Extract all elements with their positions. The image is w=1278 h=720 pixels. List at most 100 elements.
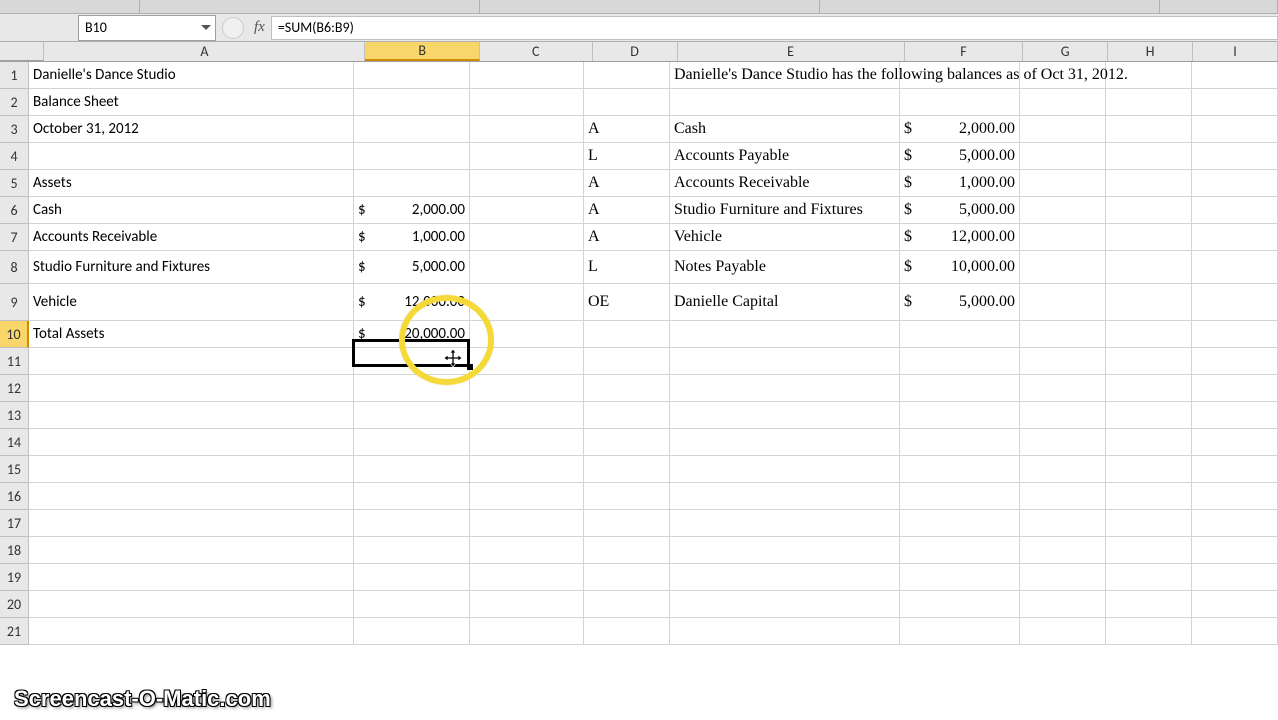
- cell-D15[interactable]: [584, 456, 670, 483]
- cell-G5[interactable]: [1020, 170, 1106, 197]
- cell-H15[interactable]: [1106, 456, 1192, 483]
- cell-H2[interactable]: [1106, 89, 1192, 116]
- row-header-11[interactable]: 11: [0, 348, 29, 375]
- cell-E12[interactable]: [670, 375, 900, 402]
- col-header-H[interactable]: H: [1108, 42, 1193, 61]
- cell-D14[interactable]: [584, 429, 670, 456]
- cell-H9[interactable]: [1106, 284, 1192, 321]
- cell-E18[interactable]: [670, 537, 900, 564]
- cell-H16[interactable]: [1106, 483, 1192, 510]
- cell-D1[interactable]: [584, 62, 670, 89]
- cell-B21[interactable]: [354, 618, 470, 645]
- cell-G10[interactable]: [1020, 321, 1106, 348]
- cell-D21[interactable]: [584, 618, 670, 645]
- cell-A12[interactable]: [29, 375, 354, 402]
- fill-handle-icon[interactable]: [467, 364, 473, 370]
- cell-D16[interactable]: [584, 483, 670, 510]
- cell-H10[interactable]: [1106, 321, 1192, 348]
- row-header-20[interactable]: 20: [0, 591, 29, 618]
- cell-E5[interactable]: Accounts Receivable: [670, 170, 900, 197]
- cell-G2[interactable]: [1020, 89, 1106, 116]
- cell-F2[interactable]: [900, 89, 1020, 116]
- cell-E8[interactable]: Notes Payable: [670, 251, 900, 284]
- cell-H19[interactable]: [1106, 564, 1192, 591]
- cell-E6[interactable]: Studio Furniture and Fixtures: [670, 197, 900, 224]
- row-header-5[interactable]: 5: [0, 170, 29, 197]
- row-header-21[interactable]: 21: [0, 618, 29, 645]
- cell-H4[interactable]: [1106, 143, 1192, 170]
- cell-E11[interactable]: [670, 348, 900, 375]
- cell-F19[interactable]: [900, 564, 1020, 591]
- cell-E3[interactable]: Cash: [670, 116, 900, 143]
- cells-area[interactable]: Danielle's Dance Studio Danielle's Dance…: [29, 62, 1278, 645]
- name-box-dropdown-icon[interactable]: [199, 21, 213, 35]
- cell-I6[interactable]: [1192, 197, 1278, 224]
- cell-D7[interactable]: A: [584, 224, 670, 251]
- cell-F20[interactable]: [900, 591, 1020, 618]
- cell-H3[interactable]: [1106, 116, 1192, 143]
- cell-G19[interactable]: [1020, 564, 1106, 591]
- cell-C4[interactable]: [470, 143, 584, 170]
- cell-I2[interactable]: [1192, 89, 1278, 116]
- cell-A19[interactable]: [29, 564, 354, 591]
- cell-C7[interactable]: [470, 224, 584, 251]
- cell-F18[interactable]: [900, 537, 1020, 564]
- cell-A5[interactable]: Assets: [29, 170, 354, 197]
- cell-B1[interactable]: [354, 62, 470, 89]
- cell-H18[interactable]: [1106, 537, 1192, 564]
- cell-H14[interactable]: [1106, 429, 1192, 456]
- cell-B8[interactable]: $5,000.00: [354, 251, 470, 284]
- cell-C6[interactable]: [470, 197, 584, 224]
- cell-E16[interactable]: [670, 483, 900, 510]
- cell-D5[interactable]: A: [584, 170, 670, 197]
- cell-C5[interactable]: [470, 170, 584, 197]
- cell-A4[interactable]: [29, 143, 354, 170]
- cell-I1[interactable]: [1192, 62, 1278, 89]
- cell-B19[interactable]: [354, 564, 470, 591]
- row-header-13[interactable]: 13: [0, 402, 29, 429]
- cell-C19[interactable]: [470, 564, 584, 591]
- cell-D10[interactable]: [584, 321, 670, 348]
- cell-F5[interactable]: $1,000.00: [900, 170, 1020, 197]
- cell-I11[interactable]: [1192, 348, 1278, 375]
- cell-F14[interactable]: [900, 429, 1020, 456]
- row-header-18[interactable]: 18: [0, 537, 29, 564]
- row-header-9[interactable]: 9: [0, 284, 29, 321]
- cell-G17[interactable]: [1020, 510, 1106, 537]
- cell-G4[interactable]: [1020, 143, 1106, 170]
- cell-B4[interactable]: [354, 143, 470, 170]
- cell-D12[interactable]: [584, 375, 670, 402]
- cell-F17[interactable]: [900, 510, 1020, 537]
- cell-B13[interactable]: [354, 402, 470, 429]
- cell-C3[interactable]: [470, 116, 584, 143]
- cell-F8[interactable]: $10,000.00: [900, 251, 1020, 284]
- cell-F4[interactable]: $5,000.00: [900, 143, 1020, 170]
- cell-A8[interactable]: Studio Furniture and Fixtures: [29, 251, 354, 284]
- cell-H8[interactable]: [1106, 251, 1192, 284]
- cell-H20[interactable]: [1106, 591, 1192, 618]
- cell-C20[interactable]: [470, 591, 584, 618]
- cell-B6[interactable]: $2,000.00: [354, 197, 470, 224]
- row-header-8[interactable]: 8: [0, 251, 29, 284]
- cell-I16[interactable]: [1192, 483, 1278, 510]
- cell-C8[interactable]: [470, 251, 584, 284]
- cell-I20[interactable]: [1192, 591, 1278, 618]
- cell-I5[interactable]: [1192, 170, 1278, 197]
- cell-E4[interactable]: Accounts Payable: [670, 143, 900, 170]
- cell-I3[interactable]: [1192, 116, 1278, 143]
- row-header-14[interactable]: 14: [0, 429, 29, 456]
- row-header-7[interactable]: 7: [0, 224, 29, 251]
- cell-E17[interactable]: [670, 510, 900, 537]
- cell-G20[interactable]: [1020, 591, 1106, 618]
- cell-I9[interactable]: [1192, 284, 1278, 321]
- cell-F11[interactable]: [900, 348, 1020, 375]
- cell-A18[interactable]: [29, 537, 354, 564]
- col-header-I[interactable]: I: [1193, 42, 1278, 61]
- cell-A15[interactable]: [29, 456, 354, 483]
- cell-C11[interactable]: [470, 348, 584, 375]
- cell-I8[interactable]: [1192, 251, 1278, 284]
- cell-E19[interactable]: [670, 564, 900, 591]
- cell-D9[interactable]: OE: [584, 284, 670, 321]
- cell-D19[interactable]: [584, 564, 670, 591]
- cell-D2[interactable]: [584, 89, 670, 116]
